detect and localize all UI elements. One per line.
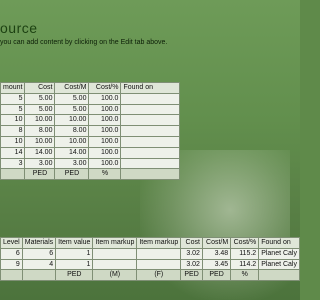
table-row: 10 10.00 10.00 100.0 <box>0 114 181 127</box>
cell-cost: 3.00 <box>24 157 56 170</box>
cell-item-value: 1 <box>55 247 94 260</box>
unit-found-on <box>258 269 300 282</box>
cell-amount: 10 <box>0 114 26 127</box>
cell-amount: 5 <box>0 92 26 105</box>
resource-table: mount Cost Cost/M Cost/% Found on 5 5.00… <box>0 82 181 181</box>
cell-cost-m: 14.00 <box>54 146 90 159</box>
cell-cost-m: 10.00 <box>54 135 90 148</box>
cell-found-on <box>120 157 181 170</box>
content-panel: ource you can add content by clicking on… <box>0 0 300 300</box>
cell-item-markup-m <box>92 247 138 260</box>
table-row: 8 8.00 8.00 100.0 <box>0 125 181 137</box>
table-header-row: Level Materials Item value Item markup I… <box>0 237 300 249</box>
cell-cost: 3.02 <box>180 258 203 271</box>
cell-cost: 3.02 <box>180 247 203 260</box>
cell-cost-percent: 100.0 <box>88 114 122 127</box>
unit-found-on <box>120 168 181 181</box>
unit-materials <box>21 269 57 282</box>
col-item-value: Item value <box>55 237 94 249</box>
table-row: 3 3.00 3.00 100.0 <box>0 157 181 170</box>
cell-cost-m: 5.00 <box>54 103 90 116</box>
cell-found-on <box>120 103 181 116</box>
cell-cost-percent: 100.0 <box>88 135 122 148</box>
table-row: 10 10.00 10.00 100.0 <box>0 135 181 148</box>
cell-cost-percent: 100.0 <box>88 92 122 105</box>
cell-amount: 8 <box>0 125 26 137</box>
unit-cost-percent: % <box>230 269 260 282</box>
cell-item-markup-m <box>92 258 138 271</box>
cell-found-on[interactable]: Planet Caly <box>258 258 300 271</box>
col-cost: Cost <box>24 82 56 94</box>
cell-amount: 3 <box>0 157 26 170</box>
col-amount: mount <box>0 82 26 94</box>
unit-level <box>0 269 23 282</box>
cell-item-markup-f <box>136 247 182 260</box>
cell-cost-percent: 100.0 <box>88 125 122 137</box>
cell-found-on <box>120 146 181 159</box>
col-found-on: Found on <box>258 237 300 249</box>
cell-amount: 14 <box>0 146 26 159</box>
cell-level: 6 <box>0 247 23 260</box>
cell-cost: 8.00 <box>24 125 56 137</box>
table-row: 14 14.00 14.00 100.0 <box>0 146 181 159</box>
unit-cost-m: PED <box>54 168 90 181</box>
unit-cost: PED <box>180 269 203 282</box>
cell-cost: 5.00 <box>24 103 56 116</box>
page-title: ource <box>0 20 38 36</box>
col-item-markup-f: Item markup <box>136 237 182 249</box>
cell-cost-percent: 100.0 <box>88 157 122 170</box>
unit-cost: PED <box>24 168 56 181</box>
cell-found-on <box>120 114 181 127</box>
table-row: 5 5.00 5.00 100.0 <box>0 103 181 116</box>
unit-item-markup-f: (F) <box>136 269 182 282</box>
table-row: 6 6 1 3.02 3.48 115.2 Planet Caly <box>0 247 300 260</box>
cell-cost-percent: 114.2 <box>230 258 260 271</box>
cell-cost-m: 8.00 <box>54 125 90 137</box>
col-found-on: Found on <box>120 82 181 94</box>
cell-cost-m: 3.00 <box>54 157 90 170</box>
cell-materials: 6 <box>21 247 57 260</box>
cell-cost: 10.00 <box>24 114 56 127</box>
col-item-markup-m: Item markup <box>92 237 138 249</box>
cell-cost-m: 3.45 <box>201 258 232 271</box>
col-cost-m: Cost/M <box>54 82 90 94</box>
unit-item-markup-m: (M) <box>92 269 138 282</box>
units-row: PED PED % <box>0 168 181 181</box>
edit-hint-text: you can add content by clicking on the E… <box>0 39 168 46</box>
cell-cost-m: 3.48 <box>201 247 232 260</box>
col-cost: Cost <box>180 237 203 249</box>
unit-amount <box>0 168 26 181</box>
cell-amount: 10 <box>0 135 26 148</box>
cell-cost: 5.00 <box>24 92 56 105</box>
cell-materials: 4 <box>21 258 57 271</box>
units-row: PED (M) (F) PED PED % <box>0 269 300 282</box>
col-cost-percent: Cost/% <box>230 237 260 249</box>
cell-found-on <box>120 92 181 105</box>
cell-level: 9 <box>0 258 23 271</box>
cell-item-value: 1 <box>55 258 94 271</box>
cell-cost: 10.00 <box>24 135 56 148</box>
table-row: 5 5.00 5.00 100.0 <box>0 92 181 105</box>
col-materials: Materials <box>21 237 57 249</box>
cell-cost-m: 10.00 <box>54 114 90 127</box>
table-row: 9 4 1 3.02 3.45 114.2 Planet Caly <box>0 258 300 271</box>
cell-found-on[interactable]: Planet Caly <box>258 247 300 260</box>
cell-cost-percent: 100.0 <box>88 146 122 159</box>
unit-cost-percent: % <box>88 168 122 181</box>
blueprint-table: Level Materials Item value Item markup I… <box>0 237 300 282</box>
table-header-row: mount Cost Cost/M Cost/% Found on <box>0 82 181 94</box>
cell-cost-m: 5.00 <box>54 92 90 105</box>
cell-found-on <box>120 125 181 137</box>
cell-cost-percent: 100.0 <box>88 103 122 116</box>
cell-cost: 14.00 <box>24 146 56 159</box>
cell-cost-percent: 115.2 <box>230 247 260 260</box>
unit-cost-m: PED <box>201 269 232 282</box>
cell-found-on <box>120 135 181 148</box>
cell-item-markup-f <box>136 258 182 271</box>
col-cost-percent: Cost/% <box>88 82 122 94</box>
unit-item-value: PED <box>55 269 94 282</box>
cell-amount: 5 <box>0 103 26 116</box>
col-cost-m: Cost/M <box>201 237 232 249</box>
col-level: Level <box>0 237 23 249</box>
